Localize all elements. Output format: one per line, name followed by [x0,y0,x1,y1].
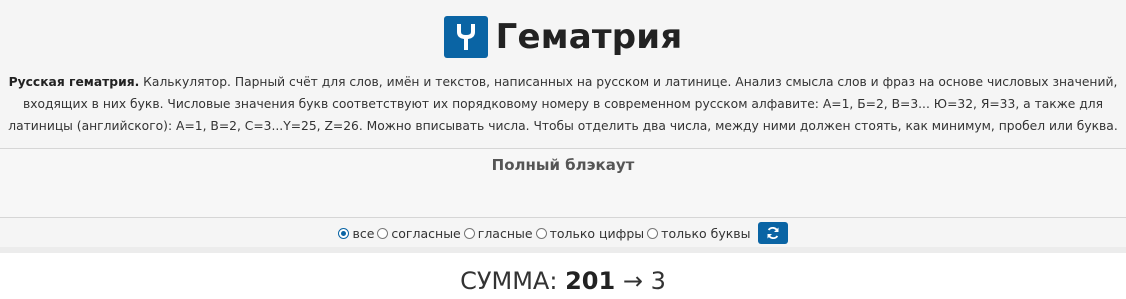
result-arrow: → [622,267,643,295]
radio-letters-only[interactable] [647,227,659,239]
option-all-label: все [352,225,375,241]
refresh-button[interactable] [757,222,788,244]
option-letters-only[interactable]: только буквы [647,225,751,241]
option-vowels-label: гласные [477,225,533,241]
radio-digits-only[interactable] [535,227,547,239]
result-line: СУММА: 201 → 3 [0,264,1126,298]
page-title[interactable]: Гематрия [496,17,683,57]
option-digits-only[interactable]: только цифры [535,225,645,241]
y-fork-logo-icon[interactable] [443,16,488,58]
option-letters-only-label: только буквы [661,225,751,241]
result-area: СУММА: 201 → 3 [0,253,1126,299]
option-consonants[interactable]: согласные [377,225,461,241]
header: Гематрия Русская гематрия. Калькулятор. … [0,0,1126,148]
option-digits-only-label: только цифры [549,225,645,241]
description-text: Калькулятор. Парный счёт для слов, имён … [8,75,1118,133]
option-consonants-label: согласные [391,225,461,241]
description: Русская гематрия. Калькулятор. Парный сч… [6,71,1120,137]
radio-consonants[interactable] [377,227,389,239]
result-sum: 201 [565,267,616,295]
refresh-icon [767,226,779,240]
description-lead: Русская гематрия. [8,75,140,89]
title-row: Гематрия [0,14,1126,60]
result-label: СУММА: [460,267,558,295]
options-row: все согласные гласные только цифры тольк… [0,219,1126,247]
radio-vowels[interactable] [463,227,475,239]
option-all[interactable]: все [338,226,374,241]
text-input-area[interactable]: Полный блэкаут [0,148,1126,218]
result-reduced: 3 [650,267,666,295]
radio-all[interactable] [338,227,350,239]
option-vowels[interactable]: гласные [463,225,533,241]
